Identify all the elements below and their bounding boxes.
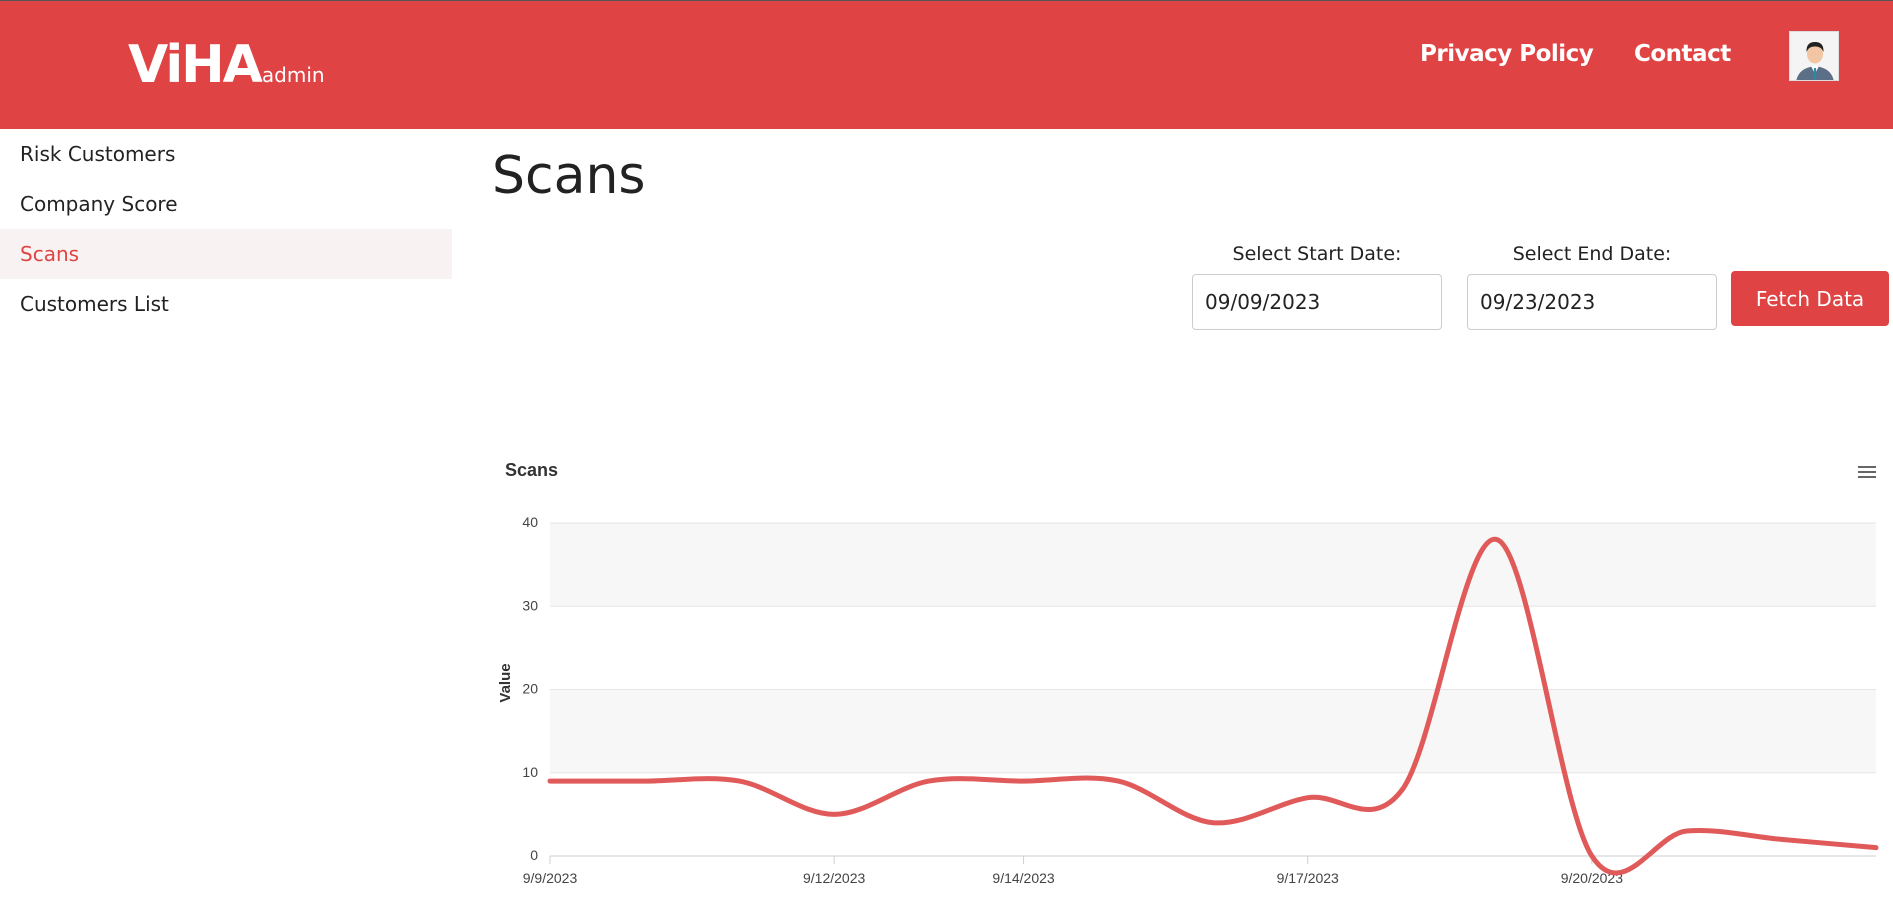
chart-grid (550, 522, 1876, 857)
grid-band (550, 689, 1876, 773)
sidebar-item-risk-customers[interactable]: Risk Customers (0, 129, 452, 179)
y-tick-label: 30 (522, 597, 538, 613)
sidebar-item-customers-list[interactable]: Customers List (0, 279, 452, 329)
top-header: ViHA admin Privacy Policy Contact (0, 0, 1893, 129)
x-axis-ticks: 9/9/2023 9/12/2023 9/14/2023 9/17/2023 9/20/… (523, 856, 1623, 886)
grid-band (550, 523, 1876, 607)
user-avatar-icon (1790, 32, 1838, 80)
logo-main-text: ViHA (128, 35, 263, 95)
fetch-data-button[interactable]: Fetch Data (1731, 271, 1889, 326)
nav-privacy-policy[interactable]: Privacy Policy (1420, 41, 1594, 67)
scans-chart: Scans Value 0 10 20 30 40 9/9/2023 9/12/2023 9… (492, 450, 1893, 916)
nav-contact[interactable]: Contact (1634, 41, 1731, 67)
chart-svg: Scans Value 0 10 20 30 40 9/9/2023 9/12/2023 9… (497, 460, 1880, 886)
y-tick-label: 20 (522, 681, 538, 697)
start-date-label: Select Start Date: (1232, 243, 1402, 265)
sidebar-item-scans[interactable]: Scans (0, 229, 452, 279)
x-tick-label: 9/9/2023 (523, 870, 578, 886)
y-tick-label: 10 (522, 764, 538, 780)
logo[interactable]: ViHA admin (128, 39, 325, 91)
sidebar: Risk Customers Company Score Scans Custo… (0, 129, 452, 329)
end-date-input[interactable] (1467, 274, 1717, 330)
sidebar-item-company-score[interactable]: Company Score (0, 179, 452, 229)
y-axis-title: Value (497, 663, 514, 702)
y-tick-label: 0 (530, 847, 538, 863)
logo-sub-text: admin (261, 63, 325, 87)
x-tick-label: 9/14/2023 (992, 870, 1054, 886)
user-avatar[interactable] (1789, 31, 1839, 81)
x-tick-label: 9/17/2023 (1277, 870, 1339, 886)
x-tick-label: 9/12/2023 (803, 870, 865, 886)
y-tick-label: 40 (522, 514, 538, 530)
end-date-label: Select End Date: (1512, 243, 1672, 265)
page-title: Scans (492, 146, 646, 206)
chart-menu-icon[interactable] (1852, 462, 1880, 486)
chart-title: Scans (505, 460, 558, 480)
start-date-input[interactable] (1192, 274, 1442, 330)
y-axis-ticks: 0 10 20 30 40 (522, 514, 538, 863)
